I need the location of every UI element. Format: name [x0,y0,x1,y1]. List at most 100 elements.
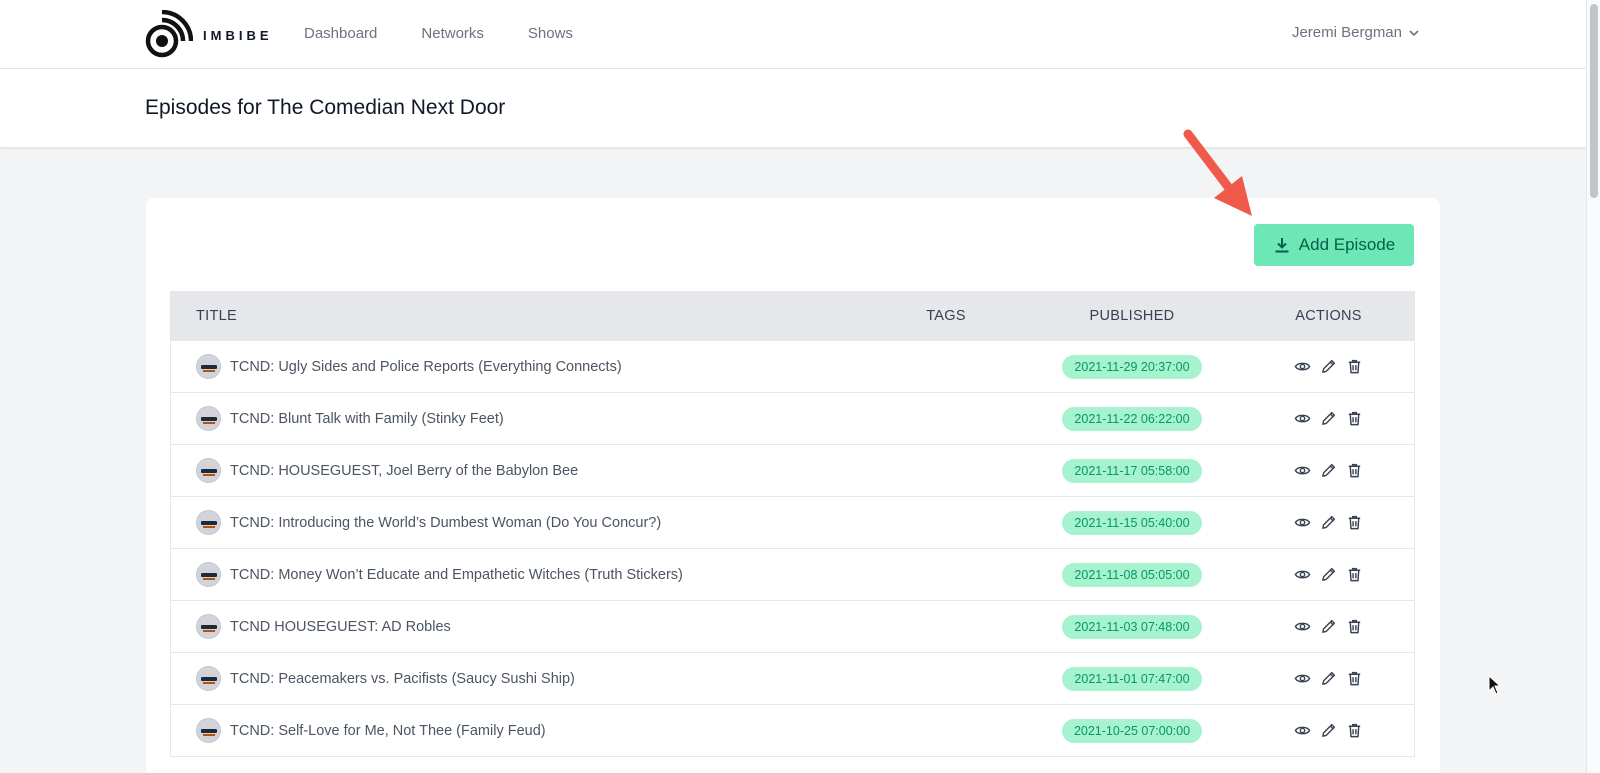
episode-actions-cell [1243,566,1414,584]
episode-title: TCND: Ugly Sides and Police Reports (Eve… [230,358,622,375]
column-tags: Tags [926,308,966,324]
page-header: Episodes for The Comedian Next Door [0,69,1586,147]
view-icon[interactable] [1294,618,1312,636]
episode-published-cell: 2021-11-15 05:40:00 [1021,510,1243,535]
table-body: TCND: Ugly Sides and Police Reports (Eve… [171,340,1414,756]
column-actions: Actions [1295,308,1362,324]
episode-published-cell: 2021-11-22 06:22:00 [1021,406,1243,431]
episodes-card: Add Episode Title Tags Published Actions… [146,198,1440,773]
published-badge: 2021-11-15 05:40:00 [1062,510,1202,535]
episode-title: TCND: Blunt Talk with Family (Stinky Fee… [230,410,504,427]
published-badge: 2021-11-03 07:48:00 [1062,614,1202,639]
view-icon[interactable] [1294,462,1312,480]
published-badge: 2021-11-08 05:05:00 [1062,562,1202,587]
episode-thumbnail [196,562,221,587]
view-icon[interactable] [1294,410,1312,428]
episode-actions-cell [1243,410,1414,428]
user-name: Jeremi Bergman [1291,24,1402,41]
delete-icon[interactable] [1346,670,1364,688]
published-badge: 2021-11-01 07:47:00 [1062,666,1202,691]
episode-title-cell: TCND: Introducing the World’s Dumbest Wo… [171,510,871,535]
delete-icon[interactable] [1346,358,1364,376]
nav-dashboard[interactable]: Dashboard [304,25,377,42]
episode-thumbnail [196,458,221,483]
episode-thumbnail [196,718,221,743]
column-title: Title [196,308,237,324]
episode-actions-cell [1243,670,1414,688]
episode-actions-cell [1243,358,1414,376]
episode-thumbnail [196,354,221,379]
table-row: TCND: Ugly Sides and Police Reports (Eve… [171,340,1414,392]
episode-title-cell: TCND: Ugly Sides and Police Reports (Eve… [171,354,871,379]
published-badge: 2021-11-17 05:58:00 [1062,458,1202,483]
episode-published-cell: 2021-11-03 07:48:00 [1021,614,1243,639]
view-icon[interactable] [1294,670,1312,688]
episode-published-cell: 2021-10-25 07:00:00 [1021,718,1243,743]
delete-icon[interactable] [1346,722,1364,740]
table-header: Title Tags Published Actions [171,292,1414,340]
episode-title: TCND: Self-Love for Me, Not Thee (Family… [230,722,546,739]
delete-icon[interactable] [1346,514,1364,532]
nav-networks[interactable]: Networks [421,25,484,42]
episode-actions-cell [1243,514,1414,532]
table-row: TCND: HOUSEGUEST, Joel Berry of the Baby… [171,444,1414,496]
episode-published-cell: 2021-11-17 05:58:00 [1021,458,1243,483]
view-icon[interactable] [1294,514,1312,532]
scrollbar-thumb[interactable] [1590,4,1598,198]
episode-published-cell: 2021-11-01 07:47:00 [1021,666,1243,691]
episode-title-cell: TCND: Self-Love for Me, Not Thee (Family… [171,718,871,743]
edit-icon[interactable] [1320,566,1338,584]
table-row: TCND HOUSEGUEST: AD Robles 2021-11-03 07:… [171,600,1414,652]
view-icon[interactable] [1294,358,1312,376]
top-navbar: IMBIBE Dashboard Networks Shows Jeremi B… [0,0,1586,69]
episode-thumbnail [196,406,221,431]
table-row: TCND: Money Won’t Educate and Empathetic… [171,548,1414,600]
chevron-down-icon [1409,29,1419,36]
nav-shows[interactable]: Shows [528,25,573,42]
episode-title: TCND: HOUSEGUEST, Joel Berry of the Baby… [230,462,579,479]
broadcast-logo-icon [145,10,193,58]
brand-name: IMBIBE [203,27,273,43]
edit-icon[interactable] [1320,410,1338,428]
mouse-cursor-icon [1488,675,1502,695]
view-icon[interactable] [1294,722,1312,740]
table-row: TCND: Introducing the World’s Dumbest Wo… [171,496,1414,548]
table-row: TCND: Blunt Talk with Family (Stinky Fee… [171,392,1414,444]
episode-thumbnail [196,510,221,535]
view-icon[interactable] [1294,566,1312,584]
episode-title-cell: TCND: Blunt Talk with Family (Stinky Fee… [171,406,871,431]
episode-title: TCND: Introducing the World’s Dumbest Wo… [230,514,662,531]
edit-icon[interactable] [1320,358,1338,376]
episodes-table: Title Tags Published Actions TCND: Ugly … [170,291,1415,757]
table-row: TCND: Self-Love for Me, Not Thee (Family… [171,704,1414,756]
edit-icon[interactable] [1320,514,1338,532]
delete-icon[interactable] [1346,410,1364,428]
published-badge: 2021-11-29 20:37:00 [1062,354,1202,379]
brand-logo[interactable]: IMBIBE [145,10,273,58]
episode-actions-cell [1243,618,1414,636]
episode-title-cell: TCND HOUSEGUEST: AD Robles [171,614,871,639]
page: IMBIBE Dashboard Networks Shows Jeremi B… [0,0,1600,773]
episode-published-cell: 2021-11-29 20:37:00 [1021,354,1243,379]
download-icon [1275,238,1289,253]
episode-title: TCND: Peacemakers vs. Pacifists (Saucy S… [230,670,575,687]
episode-actions-cell [1243,462,1414,480]
episode-title: TCND: Money Won’t Educate and Empathetic… [230,566,683,583]
edit-icon[interactable] [1320,618,1338,636]
page-title: Episodes for The Comedian Next Door [145,96,506,119]
table-row: TCND: Peacemakers vs. Pacifists (Saucy S… [171,652,1414,704]
episode-thumbnail [196,614,221,639]
delete-icon[interactable] [1346,566,1364,584]
user-menu[interactable]: Jeremi Bergman [1292,24,1420,41]
page-scrollbar[interactable] [1586,0,1600,773]
episode-title: TCND HOUSEGUEST: AD Robles [230,618,451,635]
annotation-arrow-icon [1183,129,1252,216]
edit-icon[interactable] [1320,462,1338,480]
delete-icon[interactable] [1346,462,1364,480]
edit-icon[interactable] [1320,670,1338,688]
delete-icon[interactable] [1346,618,1364,636]
add-episode-button[interactable]: Add Episode [1254,224,1414,266]
edit-icon[interactable] [1320,722,1338,740]
episode-actions-cell [1243,722,1414,740]
episode-title-cell: TCND: Money Won’t Educate and Empathetic… [171,562,871,587]
